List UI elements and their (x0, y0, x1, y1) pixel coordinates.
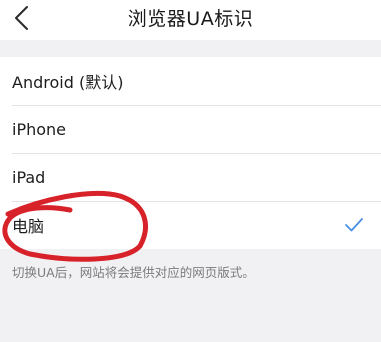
ua-option-android[interactable]: Android (默认) (0, 57, 381, 105)
ua-option-label: iPhone (12, 119, 67, 139)
page-title: 浏览器UA标识 (127, 8, 254, 30)
top-navigation-bar: 浏览器UA标识 (0, 0, 381, 40)
ua-option-label: iPad (12, 167, 46, 187)
ua-option-desktop[interactable]: 电脑 (0, 201, 381, 249)
checkmark-icon (343, 214, 365, 236)
section-gap (0, 40, 381, 57)
ua-option-ipad[interactable]: iPad (0, 153, 381, 201)
ua-option-list: Android (默认) iPhone iPad 电脑 (0, 57, 381, 249)
ua-option-iphone[interactable]: iPhone (0, 105, 381, 153)
ua-switch-hint: 切换UA后，网站将会提供对应的网页版式。 (12, 265, 255, 280)
ua-option-label: 电脑 (12, 217, 45, 236)
ua-option-label: Android (默认) (12, 73, 124, 92)
